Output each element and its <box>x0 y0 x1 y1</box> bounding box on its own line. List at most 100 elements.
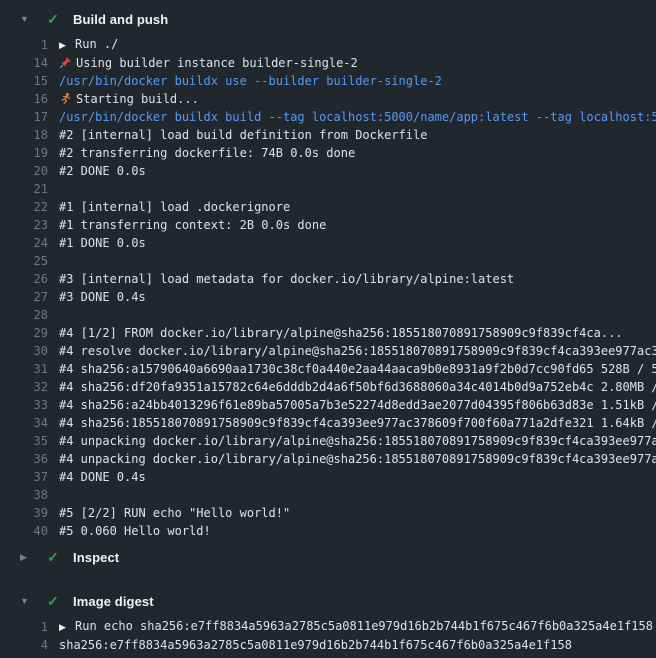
line-text: #4 unpacking docker.io/library/alpine@sh… <box>59 450 656 468</box>
line-number[interactable]: 21 <box>0 182 48 196</box>
log-body: 1 ▶Run ./ 14 Using builder instance builder… <box>0 32 656 544</box>
line-text: #5 0.060 Hello world! <box>59 522 211 540</box>
log-line: 32 #4 sha256:df20fa9351a15782c64e6dddb2d4… <box>0 378 656 396</box>
line-text: #4 resolve docker.io/library/alpine@sha2… <box>59 342 656 360</box>
line-number[interactable]: 24 <box>0 236 48 250</box>
line-number[interactable]: 20 <box>0 164 48 178</box>
check-icon: ✓ <box>45 11 61 28</box>
line-number[interactable]: 22 <box>0 200 48 214</box>
log-line: 16 Starting build... <box>0 90 656 108</box>
log-line: 26 #3 [internal] load metadata for docker… <box>0 270 656 288</box>
log-line: 23 #1 transferring context: 2B 0.0s done <box>0 216 656 234</box>
play-icon[interactable]: ▶ <box>59 37 75 55</box>
line-number[interactable]: 18 <box>0 128 48 142</box>
line-text: #3 [internal] load metadata for docker.i… <box>59 270 514 288</box>
line-number[interactable]: 36 <box>0 452 48 466</box>
line-number[interactable]: 35 <box>0 434 48 448</box>
log-line: 30 #4 resolve docker.io/library/alpine@sh… <box>0 342 656 360</box>
line-text: #4 DONE 0.4s <box>59 468 146 486</box>
line-text: /usr/bin/docker buildx build --tag local… <box>59 108 656 126</box>
line-number[interactable]: 15 <box>0 74 48 88</box>
log-line: 25 <box>0 252 656 270</box>
log-line: 15/usr/bin/docker buildx use --builder b… <box>0 72 656 90</box>
section-inspect: ▶ ✓ Inspect <box>0 544 656 570</box>
line-number[interactable]: 26 <box>0 272 48 286</box>
line-text: #5 [2/2] RUN echo "Hello world!" <box>59 504 290 522</box>
line-text: Using builder instance builder-single-2 <box>59 54 358 72</box>
actions-log-viewer: ▼ ✓ Build and push 1▶Run ./14Using build… <box>0 0 656 658</box>
log-line: 21 <box>0 180 656 198</box>
line-text: ▶Run echo sha256:e7ff8834a5963a2785c5a08… <box>59 617 653 637</box>
log-line: 31 #4 sha256:a15790640a6690aa1730c38cf0a4… <box>0 360 656 378</box>
line-number[interactable]: 33 <box>0 398 48 412</box>
line-text: #3 DONE 0.4s <box>59 288 146 306</box>
chevron-down-icon[interactable]: ▼ <box>20 596 31 606</box>
chevron-right-icon[interactable]: ▶ <box>20 552 31 563</box>
log-line: 38 <box>0 486 656 504</box>
line-number[interactable]: 16 <box>0 92 48 106</box>
line-number[interactable]: 23 <box>0 218 48 232</box>
section-header-inspect[interactable]: ▶ ✓ Inspect <box>0 544 656 570</box>
line-text: #4 [1/2] FROM docker.io/library/alpine@s… <box>59 324 623 342</box>
check-icon: ✓ <box>45 593 61 610</box>
log-line: 1 ▶Run echo sha256:e7ff8834a5963a2785c5a0… <box>0 618 656 636</box>
line-number[interactable]: 17 <box>0 110 48 124</box>
line-number[interactable]: 30 <box>0 344 48 358</box>
log-line: 27 #3 DONE 0.4s <box>0 288 656 306</box>
section-image-digest: ▼ ✓ Image digest 1 ▶Run echo sha256:e7ff8… <box>0 588 656 658</box>
check-icon: ✓ <box>45 549 61 566</box>
line-number[interactable]: 31 <box>0 362 48 376</box>
line-number[interactable]: 40 <box>0 524 48 538</box>
log-line: 40 #5 0.060 Hello world! <box>0 522 656 540</box>
line-text: #4 sha256:185518070891758909c9f839cf4ca3… <box>59 414 656 432</box>
log-line: 29 #4 [1/2] FROM docker.io/library/alpine… <box>0 324 656 342</box>
chevron-down-icon[interactable]: ▼ <box>20 14 31 24</box>
log-line: 39 #5 [2/2] RUN echo "Hello world!" <box>0 504 656 522</box>
line-number[interactable]: 4 <box>0 638 48 652</box>
section-header-image-digest[interactable]: ▼ ✓ Image digest <box>0 588 656 614</box>
log-line: 20 #2 DONE 0.0s <box>0 162 656 180</box>
section-title: Inspect <box>73 550 119 565</box>
line-number[interactable]: 37 <box>0 470 48 484</box>
line-text: /usr/bin/docker buildx use --builder bui… <box>59 72 442 90</box>
line-number[interactable]: 27 <box>0 290 48 304</box>
runner-icon <box>59 92 76 105</box>
line-number[interactable]: 29 <box>0 326 48 340</box>
log-line: 37 #4 DONE 0.4s <box>0 468 656 486</box>
play-icon[interactable]: ▶ <box>59 619 75 637</box>
line-text: #1 DONE 0.0s <box>59 234 146 252</box>
line-number[interactable]: 32 <box>0 380 48 394</box>
line-number[interactable]: 38 <box>0 488 48 502</box>
line-number[interactable]: 28 <box>0 308 48 322</box>
line-number[interactable]: 14 <box>0 56 48 70</box>
line-text: #2 DONE 0.0s <box>59 162 146 180</box>
line-text: #4 unpacking docker.io/library/alpine@sh… <box>59 432 656 450</box>
log-line: 4sha256:e7ff8834a5963a2785c5a0811e979d16… <box>0 636 656 654</box>
line-text: #1 [internal] load .dockerignore <box>59 198 290 216</box>
line-number[interactable]: 1 <box>0 620 48 634</box>
line-number[interactable]: 25 <box>0 254 48 268</box>
log-line: 24 #1 DONE 0.0s <box>0 234 656 252</box>
log-line: 35 #4 unpacking docker.io/library/alpine@… <box>0 432 656 450</box>
line-number[interactable]: 1 <box>0 38 48 52</box>
line-text: #4 sha256:a24bb4013296f61e89ba57005a7b3e… <box>59 396 656 414</box>
line-text: Starting build... <box>59 90 199 108</box>
line-number[interactable]: 19 <box>0 146 48 160</box>
section-header-build-and-push[interactable]: ▼ ✓ Build and push <box>0 6 656 32</box>
log-line: 28 <box>0 306 656 324</box>
line-number[interactable]: 34 <box>0 416 48 430</box>
log-line: 18 #2 [internal] load build definition fr… <box>0 126 656 144</box>
line-text: #2 [internal] load build definition from… <box>59 126 427 144</box>
log-line: 17/usr/bin/docker buildx build --tag loc… <box>0 108 656 126</box>
line-text: #2 transferring dockerfile: 74B 0.0s don… <box>59 144 355 162</box>
log-body: 1 ▶Run echo sha256:e7ff8834a5963a2785c5a0… <box>0 614 656 658</box>
section-title: Build and push <box>73 12 168 27</box>
line-text: #4 sha256:a15790640a6690aa1730c38cf0a440… <box>59 360 656 378</box>
line-text: #1 transferring context: 2B 0.0s done <box>59 216 326 234</box>
line-number[interactable]: 39 <box>0 506 48 520</box>
log-line: 19 #2 transferring dockerfile: 74B 0.0s d… <box>0 144 656 162</box>
log-line: 34 #4 sha256:185518070891758909c9f839cf4c… <box>0 414 656 432</box>
line-text: #4 sha256:df20fa9351a15782c64e6dddb2d4a6… <box>59 378 656 396</box>
line-text: ▶Run ./ <box>59 35 118 55</box>
log-line: 22 #1 [internal] load .dockerignore <box>0 198 656 216</box>
